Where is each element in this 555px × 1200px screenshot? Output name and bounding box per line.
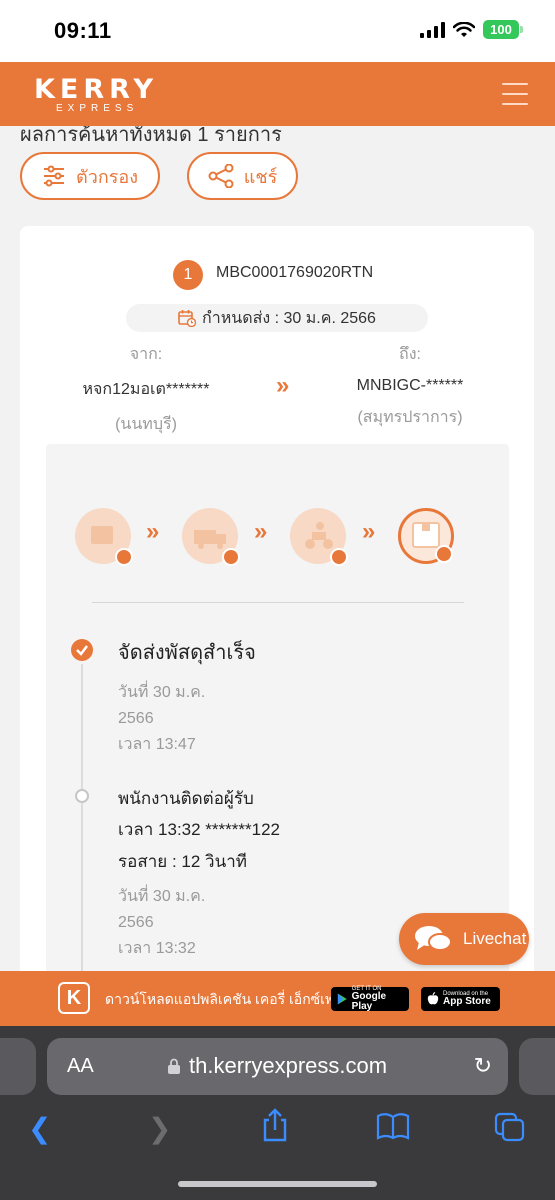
chat-bubbles-icon: [415, 926, 452, 951]
home-indicator: [178, 1181, 377, 1187]
reload-icon[interactable]: ↻: [474, 1053, 492, 1079]
event-wait-duration: รอสาย : 12 วินาที: [118, 852, 247, 871]
courier-delivering-step-icon: [290, 508, 348, 566]
event-title: พนักงานติดต่อผู้รับ: [118, 789, 254, 808]
bookmarks-book-icon[interactable]: [376, 1112, 410, 1147]
origin-label: จาก:: [129, 346, 163, 363]
hamburger-menu-icon[interactable]: [502, 83, 528, 105]
results-area: ผลการค้นหาทั้งหมด 1 รายการ ตัวกรอง แชร์ …: [0, 126, 555, 971]
due-date-badge: กำหนดส่ง : 30 ม.ค. 2566: [126, 304, 428, 332]
livechat-button[interactable]: Livechat: [399, 913, 529, 965]
check-icon: [435, 545, 453, 563]
app-store-button[interactable]: Download on the App Store: [421, 987, 500, 1011]
google-play-big-text: Google Play: [351, 991, 387, 1012]
due-date-text: กำหนดส่ง : 30 ม.ค. 2566: [202, 309, 376, 327]
destination-code: MNBIGC-******: [356, 377, 464, 394]
app-banner-text: ดาวน์โหลดแอปพลิเคชัน เคอรี่ เอ็กซ์เพรส: [105, 991, 351, 1007]
timeline-line: [81, 664, 83, 971]
filter-label: ตัวกรอง: [76, 166, 138, 187]
check-icon: [330, 548, 348, 566]
wifi-icon: [453, 21, 475, 37]
event-year: 2566: [118, 914, 154, 931]
truck-transit-step-icon: [182, 508, 240, 566]
address-bar[interactable]: AA th.kerryexpress.com ↻: [47, 1038, 508, 1095]
tracking-number: MBC0001769020RTN: [216, 264, 374, 281]
share-label: แชร์: [243, 166, 278, 187]
tabs-overview-icon[interactable]: [494, 1112, 526, 1149]
destination-column: ถึง: MNBIGC-****** (สมุทรปราการ): [310, 342, 510, 430]
double-chevron-icon: »: [146, 518, 160, 545]
app-store-big-text: App Store: [443, 996, 491, 1007]
result-index-badge: 1: [173, 260, 203, 290]
event-time: เวลา 13:32: [118, 940, 196, 957]
double-chevron-icon: »: [276, 372, 290, 399]
filter-button[interactable]: ตัวกรอง: [20, 152, 160, 200]
double-chevron-icon: »: [254, 518, 268, 545]
share-button[interactable]: แชร์: [187, 152, 298, 200]
sliders-icon: [44, 165, 65, 187]
double-chevron-icon: »: [362, 518, 376, 545]
app-download-banner: K ดาวน์โหลดแอปพลิเคชัน เคอรี่ เอ็กซ์เพรส…: [0, 971, 555, 1026]
share-sheet-icon[interactable]: [260, 1108, 290, 1149]
event-time: เวลา 13:47: [118, 736, 196, 753]
section-divider: [92, 602, 464, 603]
kerry-logo-sub: EXPRESS: [56, 103, 139, 114]
destination-label: ถึง:: [399, 346, 421, 363]
parcel-received-step-icon: [75, 508, 133, 566]
kerry-app-icon: K: [58, 982, 90, 1014]
results-title: ผลการค้นหาทั้งหมด 1 รายการ: [20, 126, 282, 146]
event-date: วันที่ 30 ม.ค.: [118, 888, 206, 905]
cellular-signal-icon: [420, 21, 445, 38]
lock-icon: [168, 1058, 180, 1074]
status-bar: 09:11 100: [0, 0, 555, 62]
origin-column: จาก: หจก12มอเต******* (นนทบุรี): [46, 342, 246, 437]
back-arrow-icon[interactable]: ❮: [28, 1112, 51, 1145]
calendar-clock-icon: [178, 310, 197, 327]
kerry-logo[interactable]: KERRY: [34, 74, 158, 105]
next-tab-preview[interactable]: [519, 1038, 555, 1095]
event-call-time: เวลา 13:32 *******122: [118, 820, 280, 839]
url-text: th.kerryexpress.com: [189, 1053, 388, 1078]
shipment-card[interactable]: 1 MBC0001769020RTN กำหนดส่ง : 30 ม.ค. 25…: [20, 226, 534, 971]
tracking-detail-panel: » » » จัดส่งพัสดุสำเร็จ วันที่ 30 ม.ค. 2…: [46, 444, 509, 971]
destination-province: (สมุทรปราการ): [357, 409, 463, 426]
page-settings-button[interactable]: AA: [67, 1055, 94, 1078]
status-icons: 100: [420, 20, 523, 39]
origin-code: หจก12มอเต*******: [82, 381, 210, 398]
share-icon: [208, 164, 234, 188]
origin-province: (นนทบุรี): [115, 416, 177, 433]
delivered-step-icon: [398, 508, 454, 564]
timeline-dot: [75, 789, 89, 803]
status-time: 09:11: [54, 18, 112, 43]
timeline-done-check-icon: [71, 639, 93, 661]
battery-indicator: 100: [483, 20, 523, 39]
site-header: KERRY EXPRESS: [0, 62, 555, 126]
check-icon: [115, 548, 133, 566]
browser-bottom-bar: AA th.kerryexpress.com ↻ ❮ ❯: [0, 1026, 555, 1200]
google-play-icon: [337, 993, 347, 1005]
forward-arrow-icon[interactable]: ❯: [148, 1112, 171, 1145]
event-year: 2566: [118, 710, 154, 727]
event-date: วันที่ 30 ม.ค.: [118, 684, 206, 701]
check-icon: [222, 548, 240, 566]
apple-icon: [427, 992, 439, 1005]
livechat-label: Livechat: [463, 929, 527, 948]
event-title: จัดส่งพัสดุสำเร็จ: [118, 642, 256, 664]
google-play-button[interactable]: GET IT ON Google Play: [331, 986, 409, 1012]
previous-tab-preview[interactable]: [0, 1038, 36, 1095]
